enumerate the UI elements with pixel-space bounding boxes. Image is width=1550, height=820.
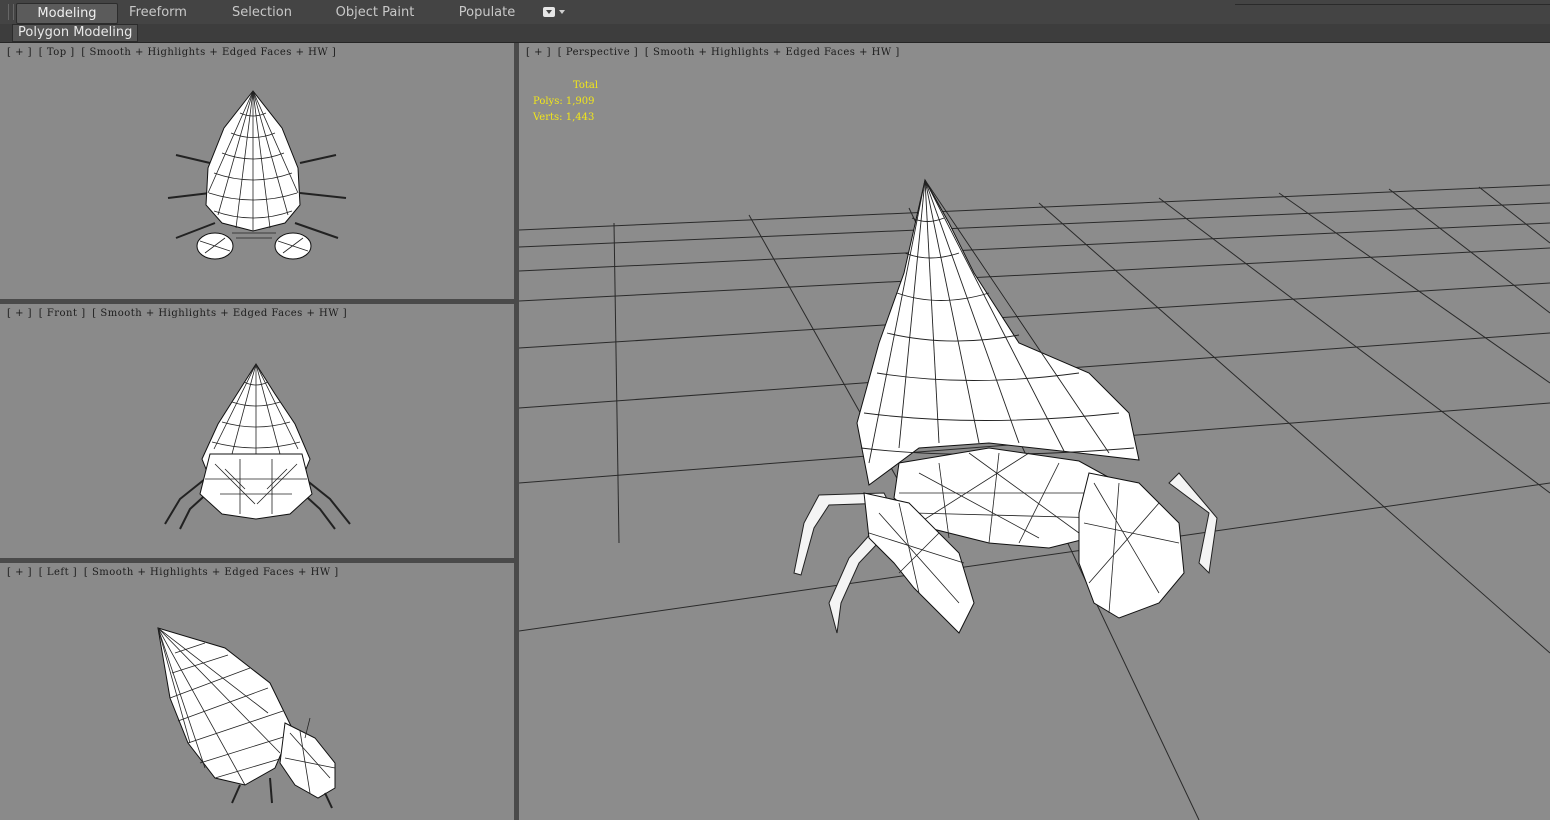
- stats-polys-label: Polys:: [533, 96, 563, 107]
- stats-verts: Verts: 1,443: [533, 110, 598, 126]
- viewport-top[interactable]: [ + ] [ Top ] [ Smooth + Highlights + Ed…: [0, 43, 514, 299]
- stats-verts-label: Verts:: [533, 112, 563, 123]
- hermit-crab-top-view: [167, 90, 347, 260]
- ribbon-options-dropdown[interactable]: [543, 5, 569, 19]
- ribbon-tab-bar: Modeling Freeform Selection Object Paint…: [0, 0, 1550, 25]
- statistics-overlay: Total Polys: 1,909 Verts: 1,443: [533, 78, 598, 126]
- perspective-scene: [519, 178, 1550, 820]
- stats-polys: Polys: 1,909: [533, 94, 598, 110]
- viewport-front[interactable]: [ + ] [ Front ] [ Smooth + Highlights + …: [0, 304, 514, 558]
- viewport-menu-plus[interactable]: [ + ]: [526, 47, 551, 58]
- stats-polys-value: 1,909: [565, 96, 595, 107]
- tab-freeform[interactable]: Freeform: [118, 3, 198, 22]
- ribbon-panel-row: Polygon Modeling: [0, 24, 1550, 43]
- stats-verts-value: 1,443: [565, 112, 595, 123]
- viewport-label-front[interactable]: [ + ] [ Front ] [ Smooth + Highlights + …: [7, 308, 350, 319]
- tab-object-paint[interactable]: Object Paint: [330, 3, 420, 22]
- viewport-menu-plus[interactable]: [ + ]: [7, 567, 32, 578]
- viewport-name-menu[interactable]: [ Top ]: [39, 47, 75, 58]
- viewport-menu-plus[interactable]: [ + ]: [7, 308, 32, 319]
- ribbon-options-icon: [543, 7, 555, 17]
- viewport-shading-menu[interactable]: [ Smooth + Highlights + Edged Faces + HW…: [81, 47, 336, 58]
- viewport-perspective[interactable]: [ + ] [ Perspective ] [ Smooth + Highlig…: [519, 43, 1550, 820]
- polygon-modeling-panel-button[interactable]: Polygon Modeling: [12, 24, 139, 42]
- viewport-name-menu[interactable]: [ Left ]: [39, 567, 77, 578]
- hermit-crab-left-view: [157, 627, 336, 809]
- viewport-label-perspective[interactable]: [ + ] [ Perspective ] [ Smooth + Highlig…: [526, 47, 903, 58]
- viewport-shading-menu[interactable]: [ Smooth + Highlights + Edged Faces + HW…: [92, 308, 347, 319]
- ribbon-grip-handle[interactable]: [8, 4, 14, 20]
- tab-selection[interactable]: Selection: [222, 3, 302, 22]
- viewport-name-menu[interactable]: [ Perspective ]: [558, 47, 638, 58]
- viewport-label-top[interactable]: [ + ] [ Top ] [ Smooth + Highlights + Ed…: [7, 47, 339, 58]
- viewport-menu-plus[interactable]: [ + ]: [7, 47, 32, 58]
- stats-title: Total: [573, 80, 599, 91]
- viewport-left[interactable]: [ + ] [ Left ] [ Smooth + Highlights + E…: [0, 563, 514, 820]
- tab-populate[interactable]: Populate: [452, 3, 522, 22]
- viewport-shading-menu[interactable]: [ Smooth + Highlights + Edged Faces + HW…: [84, 567, 339, 578]
- viewport-label-left[interactable]: [ + ] [ Left ] [ Smooth + Highlights + E…: [7, 567, 342, 578]
- viewport-shading-menu[interactable]: [ Smooth + Highlights + Edged Faces + HW…: [645, 47, 900, 58]
- hermit-crab-front-view: [164, 363, 351, 530]
- chevron-down-icon: [559, 10, 565, 14]
- tab-modeling[interactable]: Modeling: [16, 3, 118, 24]
- 3ds-max-window: Modeling Freeform Selection Object Paint…: [0, 0, 1550, 820]
- viewport-name-menu[interactable]: [ Front ]: [39, 308, 86, 319]
- ribbon-divider: [1235, 0, 1550, 5]
